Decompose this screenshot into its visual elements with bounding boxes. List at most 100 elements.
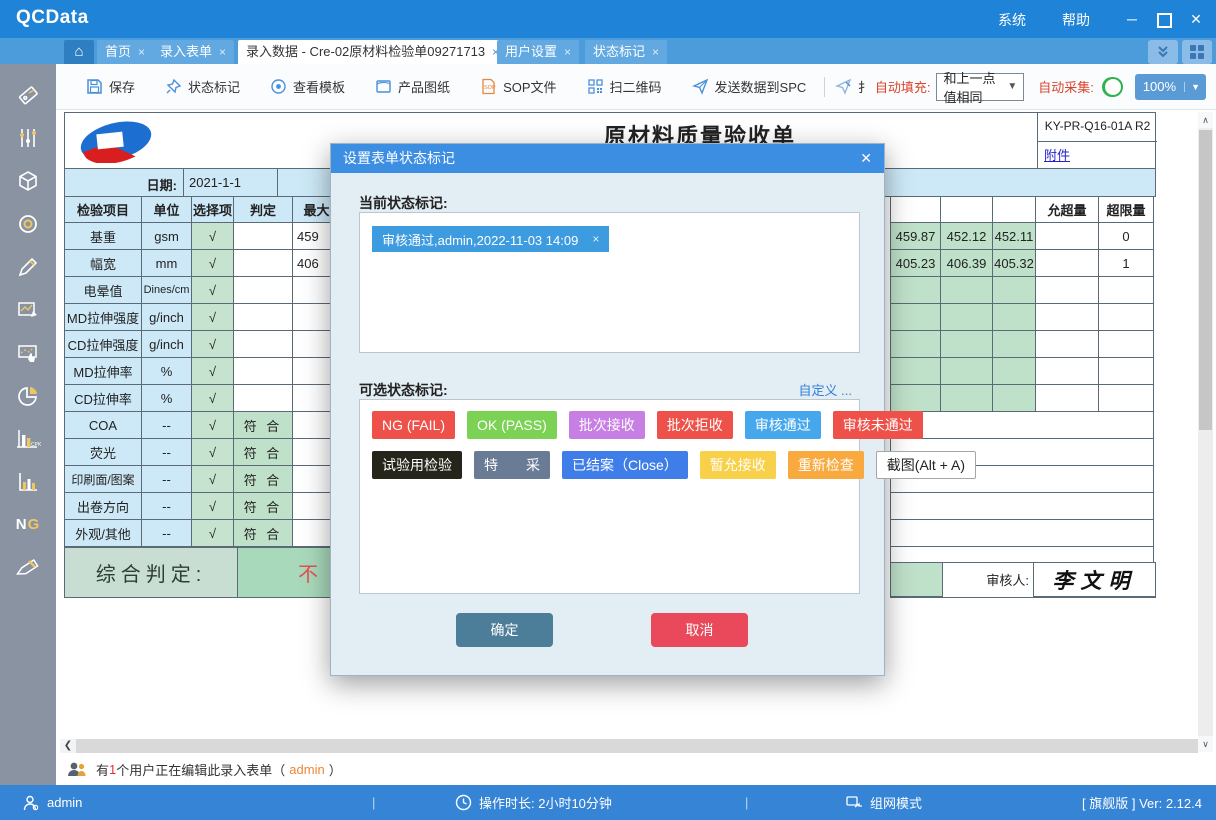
- sidebar-item-target[interactable]: [0, 202, 56, 245]
- tab-homepage[interactable]: 首页×: [97, 40, 153, 64]
- maximize-icon[interactable]: [1150, 8, 1178, 30]
- row-selected[interactable]: √: [192, 250, 234, 277]
- statusbar-network-mode[interactable]: 组网模式: [845, 785, 922, 820]
- tab-close-icon[interactable]: ×: [219, 40, 226, 64]
- tab-close-icon[interactable]: ×: [138, 40, 145, 64]
- status-option-button[interactable]: 已结案（Close）: [562, 451, 688, 479]
- status-option-button[interactable]: 特 采: [474, 451, 550, 479]
- sop-file-button[interactable]: SOP SOP文件: [480, 77, 556, 96]
- close-icon[interactable]: ✕: [1182, 8, 1210, 30]
- scroll-left-icon[interactable]: ❮: [60, 739, 76, 753]
- dialog-close-icon[interactable]: ✕: [860, 144, 872, 173]
- sidebar-item-sign[interactable]: [0, 546, 56, 589]
- row-selected[interactable]: √: [192, 277, 234, 304]
- data-cell[interactable]: 405.32: [993, 250, 1036, 277]
- data-cell[interactable]: 406.39: [941, 250, 993, 277]
- scan-qr-button[interactable]: 扫二维码: [587, 77, 662, 96]
- statusbar-user[interactable]: admin: [22, 785, 82, 820]
- tab-home[interactable]: ⌂: [64, 40, 94, 64]
- row-selected[interactable]: √: [192, 493, 234, 520]
- row-selected[interactable]: √: [192, 439, 234, 466]
- sidebar-item-product[interactable]: [0, 159, 56, 202]
- data-cell[interactable]: 452.12: [941, 223, 993, 250]
- horizontal-scrollbar[interactable]: ❮: [60, 739, 1198, 753]
- product-drawing-button[interactable]: 产品图纸: [375, 77, 450, 96]
- screenshot-button[interactable]: 截图(Alt + A): [876, 451, 976, 479]
- vertical-scroll-thumb[interactable]: [1199, 130, 1212, 430]
- sidebar-item-edit[interactable]: [0, 245, 56, 288]
- data-cell[interactable]: 459.87: [891, 223, 941, 250]
- status-option-button[interactable]: 重新检查: [788, 451, 864, 479]
- row-selected[interactable]: √: [192, 520, 234, 547]
- status-option-button[interactable]: 审核通过: [745, 411, 821, 439]
- sidebar-item-pie-chart[interactable]: [0, 374, 56, 417]
- cancel-button[interactable]: 取消: [651, 613, 748, 647]
- ok-button[interactable]: 确定: [456, 613, 553, 647]
- row-judge[interactable]: [234, 250, 293, 277]
- save-button[interactable]: 保存: [86, 77, 135, 96]
- row-judge[interactable]: 符 合: [234, 466, 293, 493]
- chart-touch-icon: [16, 341, 40, 365]
- data-cell[interactable]: 452.11: [993, 223, 1036, 250]
- collapse-tabs-button[interactable]: [1148, 40, 1178, 64]
- date-value[interactable]: 2021-1-1: [184, 169, 278, 196]
- minimize-icon[interactable]: ─: [1118, 8, 1146, 30]
- status-option-button[interactable]: 审核未通过: [833, 411, 923, 439]
- sidebar-item-chart-touch[interactable]: [0, 331, 56, 374]
- tag-remove-icon[interactable]: ×: [592, 232, 599, 246]
- row-judge[interactable]: 符 合: [234, 412, 293, 439]
- row-judge[interactable]: [234, 385, 293, 412]
- status-option-button[interactable]: 批次拒收: [657, 411, 733, 439]
- sidebar-item-chart-edit[interactable]: [0, 288, 56, 331]
- status-option-button[interactable]: 试验用检验: [372, 451, 462, 479]
- send-spc-button[interactable]: 发送数据到SPC: [692, 77, 807, 96]
- sidebar-item-cpk-chart[interactable]: CPK: [0, 417, 56, 460]
- row-selected[interactable]: √: [192, 385, 234, 412]
- tab-form-entry[interactable]: 录入表单×: [152, 40, 234, 64]
- sidebar-item-bar-chart[interactable]: [0, 460, 56, 503]
- tab-close-icon[interactable]: ×: [652, 40, 659, 64]
- attachment-link[interactable]: 附件: [1038, 148, 1070, 163]
- row-judge[interactable]: 符 合: [234, 493, 293, 520]
- row-judge[interactable]: [234, 331, 293, 358]
- row-selected[interactable]: √: [192, 358, 234, 385]
- tab-data-entry-active[interactable]: 录入数据 - Cre-02原材料检验单09271713×: [238, 40, 507, 64]
- vertical-scrollbar[interactable]: ∧ ∨: [1198, 112, 1213, 752]
- view-template-button[interactable]: 查看模板: [270, 77, 345, 96]
- sidebar-item-tag[interactable]: [0, 73, 56, 116]
- row-selected[interactable]: √: [192, 304, 234, 331]
- autofill-dropdown[interactable]: 和上一点值相同 ▼: [936, 73, 1024, 101]
- sidebar-item-ng[interactable]: NG: [0, 503, 56, 546]
- tab-user-settings[interactable]: 用户设置×: [497, 40, 579, 64]
- status-option-button[interactable]: 批次接收: [569, 411, 645, 439]
- status-mark-button[interactable]: 状态标记: [165, 77, 240, 96]
- status-tag[interactable]: 审核通过,admin,2022-11-03 14:09 ×: [372, 226, 609, 252]
- row-judge[interactable]: [234, 304, 293, 331]
- menu-system[interactable]: 系统: [998, 10, 1026, 30]
- clipped-toolbar-button[interactable]: 扌: [835, 77, 871, 96]
- status-option-button[interactable]: 暂允接收: [700, 451, 776, 479]
- scroll-down-icon[interactable]: ∨: [1198, 736, 1213, 752]
- zoom-level-button[interactable]: 100% ▼: [1135, 74, 1206, 100]
- row-selected[interactable]: √: [192, 466, 234, 493]
- row-judge[interactable]: [234, 277, 293, 304]
- sidebar-item-settings-sliders[interactable]: [0, 116, 56, 159]
- dialog-title-bar[interactable]: 设置表单状态标记 ✕: [331, 144, 884, 173]
- row-selected[interactable]: √: [192, 412, 234, 439]
- row-judge[interactable]: 符 合: [234, 520, 293, 547]
- status-option-button[interactable]: OK (PASS): [467, 411, 557, 439]
- tab-status-mark[interactable]: 状态标记×: [585, 40, 667, 64]
- row-selected[interactable]: √: [192, 331, 234, 358]
- customize-link[interactable]: 自定义 ...: [799, 380, 852, 400]
- tab-list-button[interactable]: [1182, 40, 1212, 64]
- row-selected[interactable]: √: [192, 223, 234, 250]
- row-judge[interactable]: 符 合: [234, 439, 293, 466]
- status-option-button[interactable]: NG (FAIL): [372, 411, 455, 439]
- row-judge[interactable]: [234, 223, 293, 250]
- menu-help[interactable]: 帮助: [1062, 10, 1090, 30]
- row-judge[interactable]: [234, 358, 293, 385]
- autocollect-toggle[interactable]: [1102, 77, 1123, 97]
- scroll-up-icon[interactable]: ∧: [1198, 112, 1213, 128]
- data-cell[interactable]: 405.23: [891, 250, 941, 277]
- tab-close-icon[interactable]: ×: [564, 40, 571, 64]
